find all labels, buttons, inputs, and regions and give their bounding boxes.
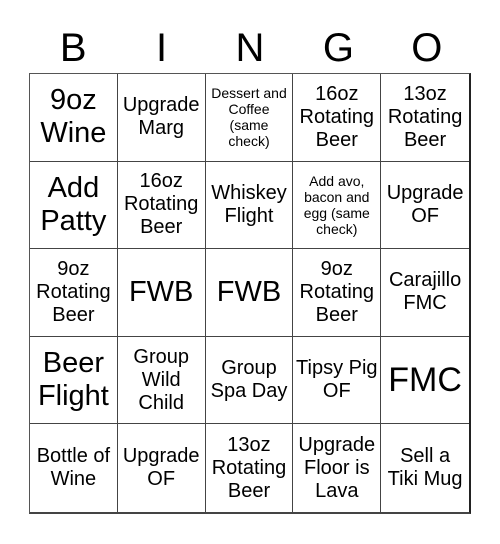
bingo-cell[interactable]: Upgrade Floor is Lava: [293, 424, 382, 512]
bingo-cell[interactable]: 16oz Rotating Beer: [293, 74, 382, 162]
cell-text: 13oz Rotating Beer: [387, 82, 463, 151]
bingo-card-grid: 9oz Wine Upgrade Marg Dessert and Coffee…: [29, 73, 471, 514]
bingo-cell[interactable]: 16oz Rotating Beer: [117, 161, 206, 250]
bingo-cell[interactable]: Upgrade OF: [118, 424, 206, 512]
bingo-cell[interactable]: Upgrade OF: [381, 162, 469, 250]
bingo-cell[interactable]: Sell a Tiki Mug: [381, 424, 469, 512]
bingo-cell[interactable]: Dessert and Coffee (same check): [205, 74, 294, 162]
cell-text: Carajillo FMC: [388, 269, 462, 315]
header-letter-o: O: [411, 25, 443, 70]
cell-text: 9oz Rotating Beer: [36, 257, 111, 326]
cell-text: Add avo, bacon and egg (same check): [303, 172, 370, 237]
header-letter-n: N: [235, 25, 265, 70]
bingo-cell[interactable]: Carajillo FMC: [381, 249, 469, 337]
bingo-cell[interactable]: Group Spa Day: [205, 336, 294, 425]
cell-text: Upgrade Marg: [122, 94, 200, 140]
cell-text: Dessert and Coffee (same check): [211, 85, 287, 150]
bingo-cell[interactable]: FWB: [205, 249, 294, 337]
cell-text: FWB: [128, 275, 194, 308]
bingo-cell[interactable]: FWB: [117, 249, 206, 337]
bingo-cell[interactable]: Beer Flight: [30, 336, 118, 425]
cell-text: 9oz Wine: [40, 83, 107, 150]
bingo-cell[interactable]: Tipsy Pig OF: [293, 336, 382, 425]
bingo-cell[interactable]: Whiskey Flight: [205, 161, 294, 250]
cell-text: Group Wild Child: [133, 345, 189, 414]
bingo-cell[interactable]: Upgrade Marg: [117, 74, 206, 162]
bingo-cell[interactable]: 13oz Rotating Beer: [206, 424, 294, 512]
bingo-cell[interactable]: Group Wild Child: [117, 336, 206, 425]
cell-text: Whiskey Flight: [211, 181, 287, 227]
bingo-cell[interactable]: Bottle of Wine: [30, 424, 118, 512]
bingo-cell[interactable]: Add Patty: [30, 161, 118, 250]
bingo-cell[interactable]: 9oz Rotating Beer: [30, 249, 118, 337]
cell-text: Tipsy Pig OF: [296, 357, 378, 403]
bingo-cell[interactable]: Add avo, bacon and egg (same check): [293, 161, 382, 250]
cell-text: 9oz Rotating Beer: [299, 257, 375, 326]
cell-text: FMC: [388, 360, 462, 399]
cell-text: 13oz Rotating Beer: [211, 433, 287, 502]
cell-text: Add Patty: [40, 171, 107, 237]
header-letter-i: I: [156, 25, 168, 70]
bingo-header: B I N G O: [29, 22, 471, 73]
cell-text: FWB: [216, 275, 282, 308]
cell-text: 16oz Rotating Beer: [123, 170, 199, 239]
header-letter-g: G: [322, 25, 354, 70]
cell-text: Upgrade OF: [122, 445, 200, 491]
cell-text: 16oz Rotating Beer: [299, 82, 375, 151]
cell-text: Group Spa Day: [210, 357, 288, 403]
cell-text: Upgrade Floor is Lava: [298, 433, 376, 502]
bingo-cell[interactable]: 9oz Rotating Beer: [293, 249, 382, 337]
cell-text: Bottle of Wine: [36, 445, 111, 491]
bingo-cell[interactable]: FMC: [381, 337, 469, 425]
header-letter-b: B: [59, 25, 87, 70]
cell-text: Upgrade OF: [386, 181, 464, 227]
cell-text: Sell a Tiki Mug: [387, 445, 463, 491]
bingo-cell[interactable]: 9oz Wine: [30, 74, 118, 162]
bingo-cell[interactable]: 13oz Rotating Beer: [381, 74, 469, 162]
cell-text: Beer Flight: [37, 346, 109, 413]
